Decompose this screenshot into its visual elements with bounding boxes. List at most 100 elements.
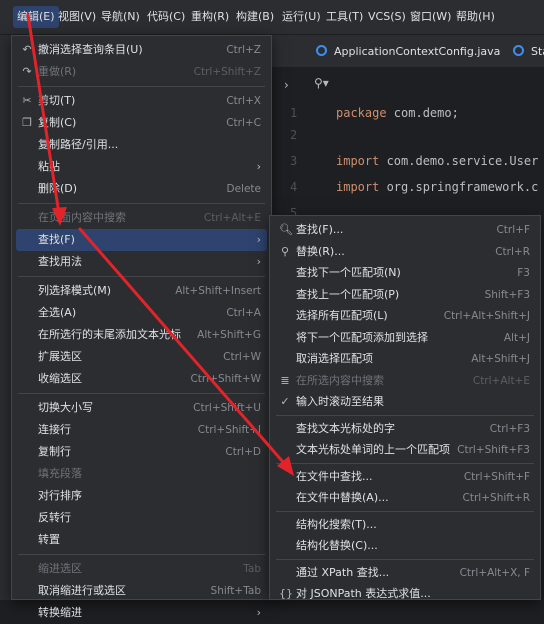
line-number: 1 <box>290 106 298 120</box>
menu-item[interactable]: 取消选择匹配项 Alt+Shift+J <box>274 348 536 370</box>
menu-item-label: 结构化搜索(T)... <box>296 517 377 531</box>
menu-separator <box>18 86 265 87</box>
menu-item[interactable]: 查找文本光标处的字 Ctrl+F3 <box>274 418 536 440</box>
menu-item-shortcut: F3 <box>517 267 530 279</box>
menu-item[interactable]: 对行排序 <box>16 485 267 507</box>
menu-item-label: 列选择模式(M) <box>38 284 112 297</box>
menu-item-shortcut: Ctrl+Shift+F <box>463 470 530 483</box>
menu-item-label: 连接行 <box>38 423 71 436</box>
menu-item[interactable]: {} 对 JSONPath 表达式求值... <box>274 583 536 605</box>
menu-item-shortcut: Ctrl+Z <box>226 44 261 56</box>
menu-item[interactable]: ✂ 剪切(T) Ctrl+X <box>16 90 267 112</box>
menubar-item[interactable]: 窗口(W) <box>406 6 455 28</box>
menu-item[interactable]: 复制路径/引用... <box>16 134 267 156</box>
menu-item-label: 在文件中查找... <box>296 469 373 483</box>
menu-item[interactable]: 将下一个匹配项添加到选择 Alt+J <box>274 327 536 349</box>
menu-item-label: 文本光标处单词的上一个匹配项 <box>296 443 450 456</box>
menubar-item[interactable]: 视图(V) <box>54 6 100 28</box>
menu-item-label: 重做(R) <box>38 65 77 78</box>
menubar-item[interactable]: 构建(B) <box>232 6 278 28</box>
line-number: 4 <box>290 180 298 194</box>
menu-item: 缩进选区 Tab <box>16 558 267 580</box>
menu-item-label: 在页面内容中搜索 <box>38 211 126 224</box>
menu-item[interactable]: 结构化替换(C)... <box>274 535 536 557</box>
menubar-item[interactable]: 帮助(H) <box>452 6 499 28</box>
menu-item: 填充段落 <box>16 463 267 485</box>
menu-item[interactable]: 收缩选区 Ctrl+Shift+W <box>16 368 267 390</box>
menu-item-label: 复制路径/引用... <box>38 138 119 151</box>
menu-item[interactable]: 在文件中替换(A)... Ctrl+Shift+R <box>274 487 536 509</box>
menu-item[interactable]: ❐ 复制(C) Ctrl+C <box>16 112 267 134</box>
menubar: 编辑(E) 视图(V) 导航(N) 代码(C) 重构(R) 构建(B) 运行(U) 工具(T)… <box>0 0 544 35</box>
menu-item[interactable]: 删除(D) Delete <box>16 178 267 200</box>
menu-item-shortcut: Ctrl+Alt+Shift+J <box>443 310 530 322</box>
menu-item-label: 对行排序 <box>38 489 82 502</box>
replace-icon: ⚲ <box>280 244 290 258</box>
menu-item-shortcut: Ctrl+X <box>226 95 261 107</box>
java-class-icon <box>513 45 524 56</box>
menu-item-label: 转换缩进 <box>38 606 82 619</box>
menu-separator <box>276 414 534 416</box>
menubar-item[interactable]: 重构(R) <box>187 6 233 28</box>
chevron-right-icon[interactable]: › <box>284 78 289 92</box>
menu-separator <box>276 558 534 560</box>
menu-item[interactable]: ↶ 撤消选择查询条目(U) Ctrl+Z <box>16 39 267 61</box>
menu-item-label: 将下一个匹配项添加到选择 <box>296 330 428 344</box>
menu-item[interactable]: 结构化搜索(T)... <box>274 514 536 536</box>
menu-item-label: 全选(A) <box>38 306 77 319</box>
menu-item-shortcut: Ctrl+Alt+E <box>203 212 261 224</box>
menu-item[interactable]: ✓ 输入时滚动至结果 <box>274 391 536 413</box>
menu-item-shortcut: Ctrl+Shift+R <box>462 492 530 504</box>
code-line: import org.springframework.c <box>336 180 538 194</box>
editor-tab[interactable]: ApplicationContextConfig.java <box>316 42 500 62</box>
menu-item-shortcut: Ctrl+A <box>226 307 261 319</box>
menu-item[interactable]: 复制行 Ctrl+D <box>16 441 267 463</box>
menu-item[interactable]: 连接行 Ctrl+Shift+J <box>16 419 267 441</box>
check-icon: ✓ <box>280 395 290 408</box>
menu-item-label: 选择所有匹配项(L) <box>296 309 388 322</box>
menubar-item[interactable]: 工具(T) <box>322 6 367 28</box>
menu-item[interactable]: 转换缩进 › <box>16 602 267 624</box>
menu-item[interactable]: 文本光标处单词的上一个匹配项 Ctrl+Shift+F3 <box>274 439 536 461</box>
menu-item-shortcut: Ctrl+W <box>223 351 261 363</box>
menu-item[interactable]: 切换大小写 Ctrl+Shift+U <box>16 397 267 419</box>
undo-icon: ↶ <box>22 43 32 56</box>
menu-item[interactable]: 查找用法 › <box>16 251 267 273</box>
menu-item-label: 复制行 <box>38 445 71 458</box>
editor-toolbar: › ⚲▾ <box>272 68 544 102</box>
menu-item[interactable]: 在所选行的末尾添加文本光标 Alt+Shift+G <box>16 324 267 346</box>
code-line: package com.demo; <box>336 106 459 120</box>
menu-item[interactable]: 在文件中查找... Ctrl+Shift+F <box>274 466 536 488</box>
menu-item-label: 结构化替换(C)... <box>296 539 378 552</box>
menu-item[interactable]: 粘贴 › <box>16 156 267 178</box>
menu-item[interactable]: 反转行 <box>16 507 267 529</box>
cut-icon: ✂ <box>22 94 32 107</box>
menu-item[interactable]: 🔍︎ 查找(F)... Ctrl+F <box>274 219 536 241</box>
menu-item[interactable]: 通过 XPath 查找... Ctrl+Alt+X, F <box>274 562 536 584</box>
menu-item[interactable]: 查找(F) › <box>16 229 267 251</box>
menu-item-shortcut: Ctrl+Shift+W <box>190 373 261 385</box>
menu-item[interactable]: 全选(A) Ctrl+A <box>16 302 267 324</box>
menubar-item[interactable]: 代码(C) <box>143 6 189 28</box>
menu-item[interactable]: ⚲ 替换(R)... Ctrl+R <box>274 241 536 263</box>
menu-item[interactable]: 查找上一个匹配项(P) Shift+F3 <box>274 284 536 306</box>
menu-item[interactable]: 选择所有匹配项(L) Ctrl+Alt+Shift+J <box>274 305 536 327</box>
menubar-item[interactable]: 运行(U) <box>278 6 325 28</box>
menu-item-shortcut: Alt+Shift+G <box>197 329 261 341</box>
menu-item-label: 粘贴 <box>38 160 60 173</box>
menubar-item[interactable]: 导航(N) <box>97 6 144 28</box>
menu-item[interactable]: 列选择模式(M) Alt+Shift+Insert <box>16 280 267 302</box>
search-in-selection-icon: ≣ <box>280 373 290 387</box>
menubar-item[interactable]: 编辑(E) <box>13 6 59 28</box>
menu-item-label: 反转行 <box>38 511 71 524</box>
menu-item[interactable]: 扩展选区 Ctrl+W <box>16 346 267 368</box>
editor-tab[interactable]: Sta <box>513 42 544 62</box>
menubar-item[interactable]: VCS(S) <box>364 6 410 28</box>
menu-item[interactable]: 转置 <box>16 529 267 551</box>
search-icon[interactable]: ⚲▾ <box>314 76 329 90</box>
menu-item[interactable]: 查找下一个匹配项(N) F3 <box>274 262 536 284</box>
menu-item-label: 切换大小写 <box>38 401 93 414</box>
menu-separator <box>18 393 265 394</box>
menu-item[interactable]: 取消缩进行或选区 Shift+Tab <box>16 580 267 602</box>
code-keyword: import <box>336 180 380 194</box>
